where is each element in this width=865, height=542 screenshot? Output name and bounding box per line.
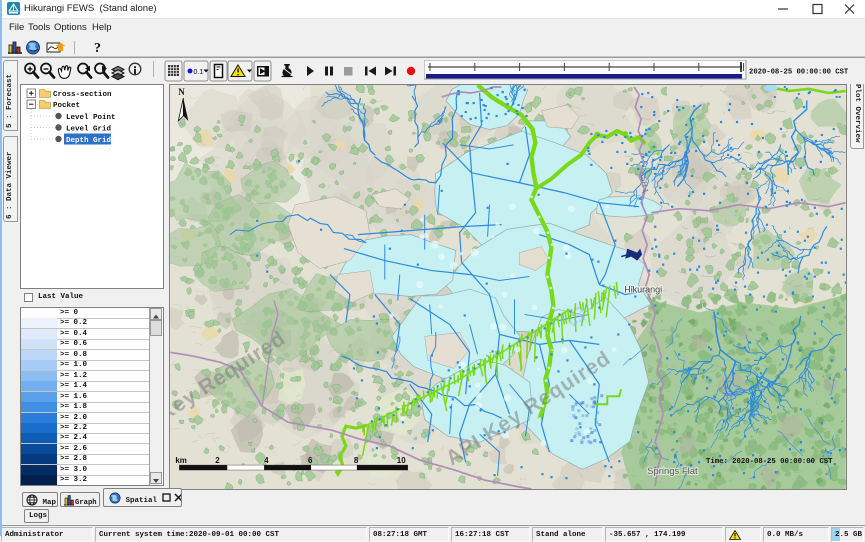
svg-text:?: ? <box>94 41 101 56</box>
svg-text:Springs Flat: Springs Flat <box>647 466 698 477</box>
svg-text:6: 6 <box>308 456 313 465</box>
svg-text:Hikurangi: Hikurangi <box>624 284 662 294</box>
svg-text:2: 2 <box>215 456 220 465</box>
svg-text:Pocket: Pocket <box>53 102 80 110</box>
svg-text:Level Point: Level Point <box>66 114 116 122</box>
svg-text:8: 8 <box>354 456 359 465</box>
svg-text:km: km <box>175 456 187 465</box>
svg-text:10: 10 <box>397 456 406 465</box>
svg-text:N: N <box>178 87 185 97</box>
svg-text:Cross-section: Cross-section <box>53 91 112 99</box>
svg-text:Depth Grid: Depth Grid <box>66 137 111 145</box>
svg-text:4: 4 <box>264 456 269 465</box>
svg-text:0.1: 0.1 <box>194 69 204 76</box>
svg-text:Time: 2020-08-25 00:00:00 CST: Time: 2020-08-25 00:00:00 CST <box>706 458 833 466</box>
svg-text:Level Grid: Level Grid <box>66 126 111 134</box>
svg-text:2020-08-25 00:00:00 CST: 2020-08-25 00:00:00 CST <box>749 69 848 77</box>
